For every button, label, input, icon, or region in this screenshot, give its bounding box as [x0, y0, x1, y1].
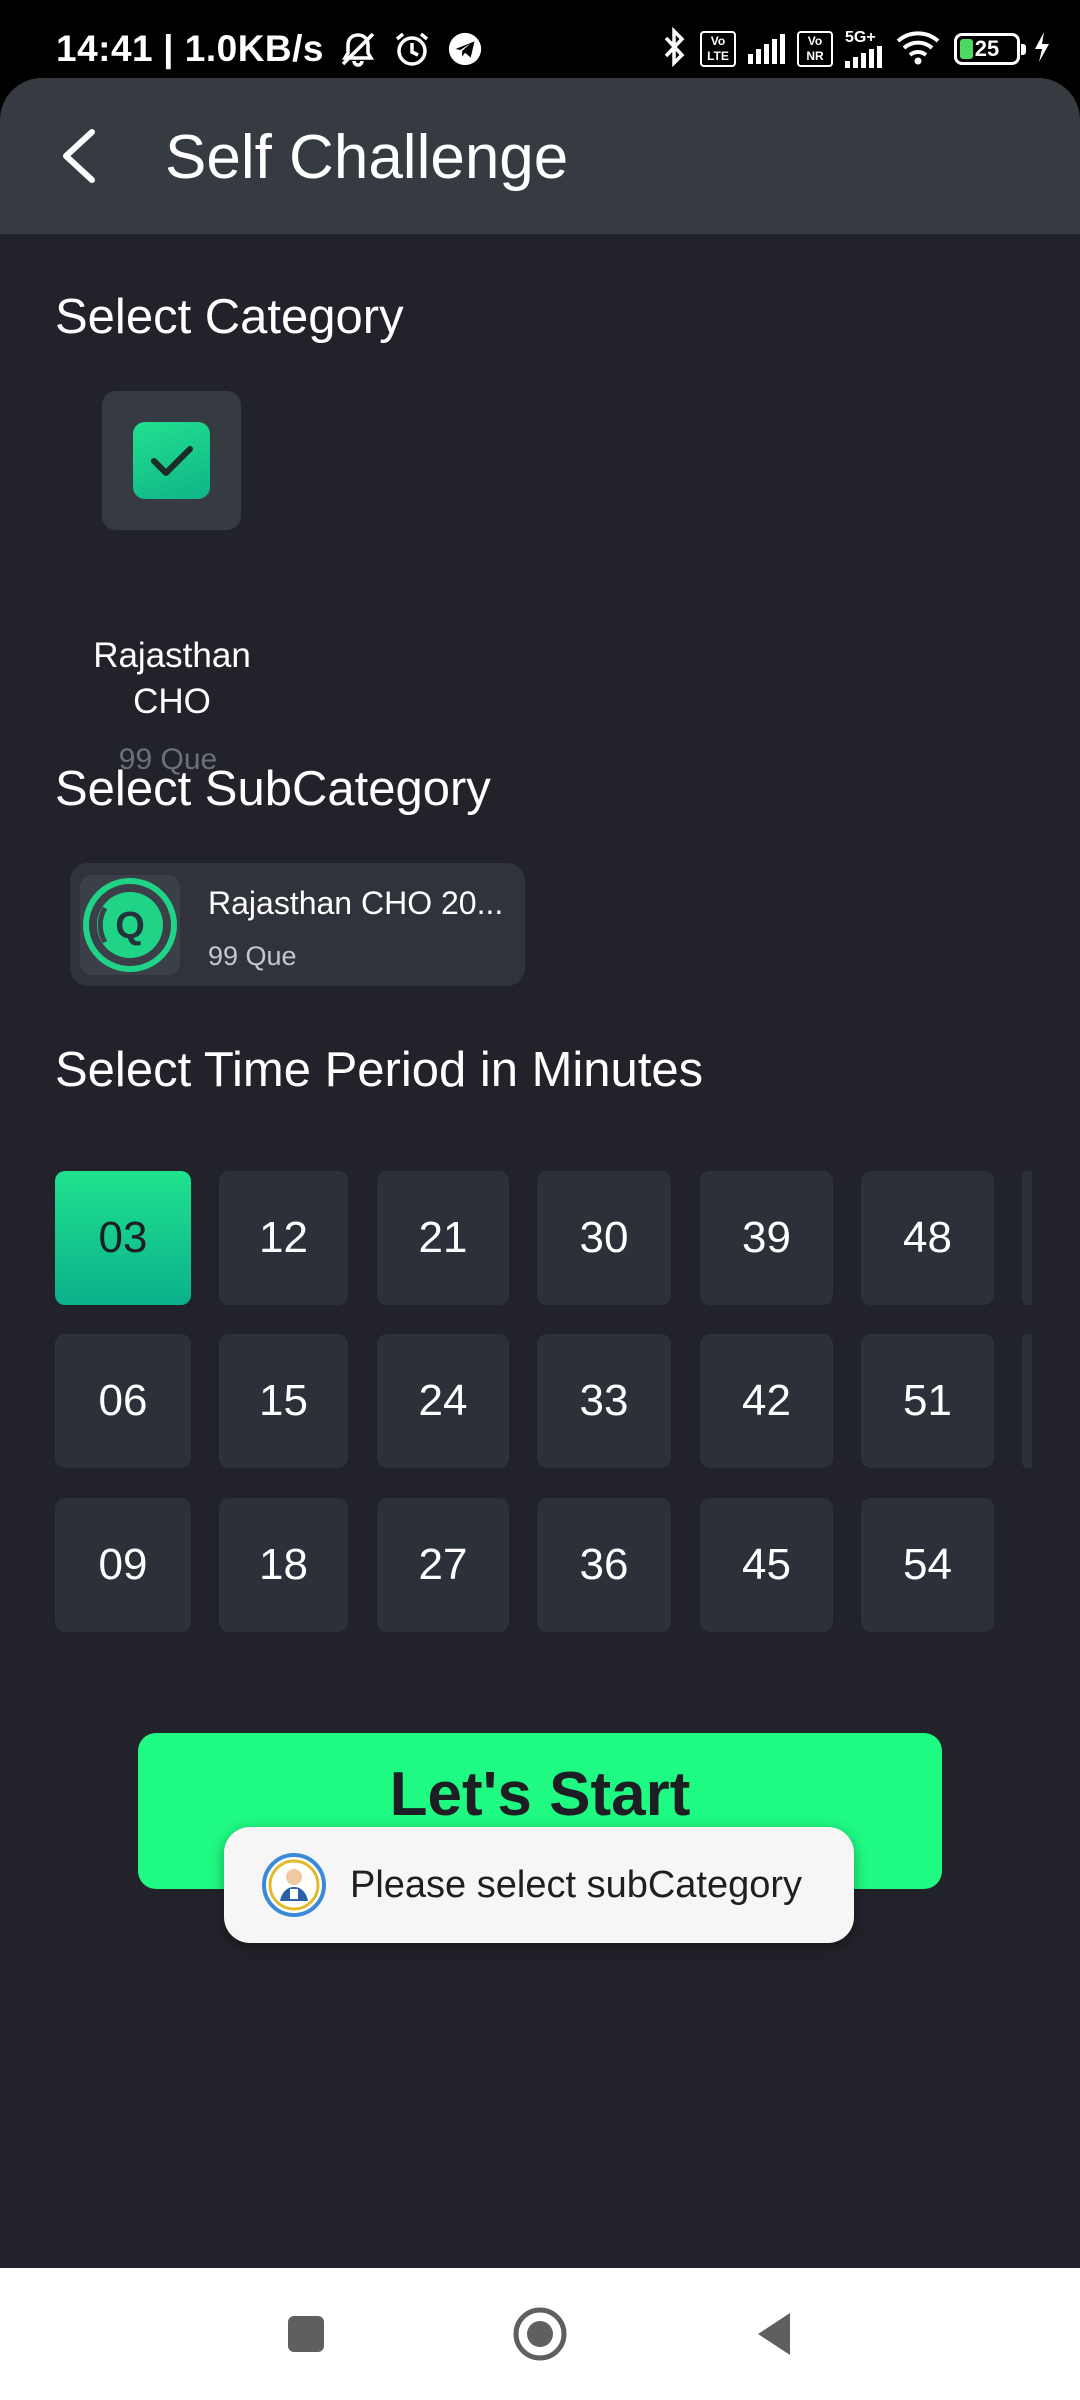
time-cell-partial[interactable] [1022, 1334, 1032, 1468]
time-option-48[interactable]: 48 [861, 1171, 994, 1305]
status-time: 14:41 [56, 28, 154, 69]
status-speed: | 1.0KB/s [163, 28, 325, 69]
home-button[interactable] [502, 2296, 578, 2372]
navigation-bar [0, 2268, 1080, 2400]
volte-lte-badge: Vo LTE [700, 31, 736, 67]
time-option-42[interactable]: 42 [700, 1334, 833, 1468]
time-option-54[interactable]: 54 [861, 1498, 994, 1632]
select-subcategory-title: Select SubCategory [55, 762, 491, 816]
app-screen: Self Challenge Select Category Rajasthan… [0, 78, 1080, 2268]
time-option-12[interactable]: 12 [219, 1171, 348, 1305]
time-option-03[interactable]: 03 [55, 1171, 191, 1305]
time-option-45[interactable]: 45 [700, 1498, 833, 1632]
square-icon [288, 2316, 324, 2352]
subcategory-item-count: 99 Que [208, 941, 297, 971]
signal-1-icon [748, 34, 785, 64]
time-option-24[interactable]: 24 [377, 1334, 509, 1468]
toast-text: Please select subCategory [350, 1863, 803, 1906]
battery-level-text: 25 [974, 36, 1000, 61]
time-option-18[interactable]: 18 [219, 1498, 348, 1632]
signal-5g-group: 5G+ [845, 30, 882, 68]
app-logo-icon [262, 1853, 326, 1917]
time-option-39[interactable]: 39 [700, 1171, 833, 1305]
home-circle-icon [513, 2307, 567, 2361]
time-option-33[interactable]: 33 [537, 1334, 671, 1468]
telegram-icon [446, 30, 484, 68]
time-option-09[interactable]: 09 [55, 1498, 191, 1632]
quiz-coin-icon: Q [80, 875, 180, 975]
subcategory-item-card[interactable]: Q Rajasthan CHO 20... 99 Que [70, 863, 525, 986]
select-category-title: Select Category [55, 290, 404, 344]
app-bar: Self Challenge [0, 78, 1080, 234]
triangle-back-icon [758, 2313, 790, 2355]
status-right: Vo LTE Vo NR 5G+ 25 [660, 26, 1052, 72]
page-title: Self Challenge [165, 123, 569, 192]
back-arrow-icon [63, 129, 95, 183]
toast-message: Please select subCategory [224, 1827, 854, 1943]
time-option-51[interactable]: 51 [861, 1334, 994, 1468]
quiz-q-icon: Q [83, 878, 177, 972]
wifi-icon [894, 27, 942, 72]
battery-icon: 25 [954, 33, 1026, 65]
category-item-name: Rajasthan CHO [93, 636, 251, 721]
time-option-27[interactable]: 27 [377, 1498, 509, 1632]
select-time-period-title: Select Time Period in Minutes [55, 1043, 704, 1097]
bluetooth-icon [660, 26, 688, 72]
alarm-icon [392, 29, 432, 69]
app-logo-icon-svg [262, 1853, 326, 1917]
nav-back-button[interactable] [736, 2296, 812, 2372]
time-option-15[interactable]: 15 [219, 1334, 348, 1468]
status-left: 14:41 | 1.0KB/s [56, 26, 484, 72]
signal-2-icon [845, 46, 882, 68]
checkmark-icon [150, 445, 193, 476]
recent-apps-button[interactable] [268, 2296, 344, 2372]
time-option-21[interactable]: 21 [377, 1171, 509, 1305]
category-item-card[interactable] [102, 391, 241, 530]
network-5g-label: 5G+ [845, 29, 876, 46]
time-option-06[interactable]: 06 [55, 1334, 191, 1468]
category-checkbox[interactable] [133, 422, 210, 499]
muted-bell-icon [338, 29, 378, 69]
time-option-36[interactable]: 36 [537, 1498, 671, 1632]
charging-icon [1032, 30, 1052, 69]
volte-nr-badge: Vo NR [797, 31, 833, 67]
back-button[interactable] [40, 118, 116, 194]
time-cell-partial[interactable] [1022, 1171, 1032, 1305]
svg-text:Q: Q [115, 905, 145, 947]
time-option-30[interactable]: 30 [537, 1171, 671, 1305]
subcategory-item-name: Rajasthan CHO 20... [208, 885, 504, 921]
